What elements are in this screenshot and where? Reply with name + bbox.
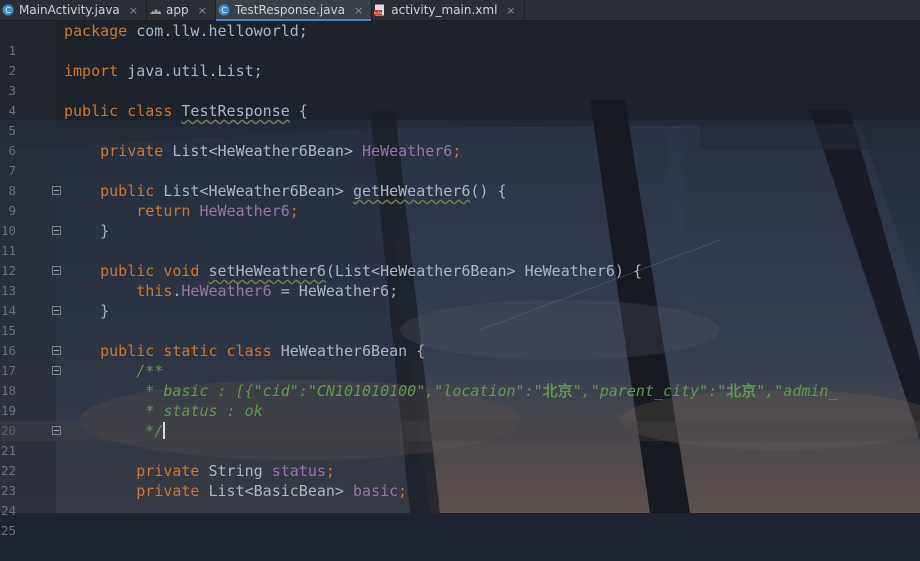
line-number: 25 xyxy=(0,523,16,538)
tab-label: activity_main.xml xyxy=(391,3,498,17)
keyword: private xyxy=(100,142,164,160)
fold-toggle-icon[interactable] xyxy=(52,306,61,315)
type-name: List<HeWeather6Bean> xyxy=(163,142,363,160)
comment-text: ","parent_city":" xyxy=(572,382,727,400)
code-line: 20 * status : ok xyxy=(0,401,920,438)
svg-text:</>: </> xyxy=(374,10,383,16)
code-line: 2 xyxy=(0,41,920,78)
code-line: 22 xyxy=(0,441,920,478)
keyword: public void xyxy=(100,262,200,280)
code-line: 16 xyxy=(0,321,920,358)
method-name[interactable]: setHeWeather6 xyxy=(209,262,326,280)
code-line: 17 public static class HeWeather6Bean { xyxy=(0,341,920,378)
comment-text: * status : ok xyxy=(136,402,263,420)
code-text: () { xyxy=(470,182,507,200)
code-line: 3 import java.util.List; xyxy=(0,61,920,98)
code-text: (List<HeWeather6Bean> HeWeather6) { xyxy=(325,262,642,280)
code-text: } xyxy=(100,302,110,320)
keyword: import xyxy=(64,62,119,80)
keyword: public static class xyxy=(100,342,272,360)
close-icon[interactable]: × xyxy=(198,4,207,17)
comment-text: /** xyxy=(136,362,164,380)
fold-toggle-icon[interactable] xyxy=(52,366,61,375)
package-name: com.llw.helloworld; xyxy=(127,22,308,40)
field-name[interactable]: HeWeather6 xyxy=(181,282,271,300)
semicolon: ; xyxy=(325,462,335,480)
tab-main-activity[interactable]: C MainActivity.java × xyxy=(0,0,147,20)
semicolon: ; xyxy=(289,202,299,220)
comment-text: */ xyxy=(136,422,164,440)
code-line: 15 } xyxy=(0,301,920,338)
keyword: public class xyxy=(64,102,173,120)
code-line: 12 xyxy=(0,241,920,278)
tab-label: MainActivity.java xyxy=(19,3,120,17)
fold-toggle-icon[interactable] xyxy=(52,186,61,195)
comment-text: ","admin_ xyxy=(756,382,838,400)
code-line: 25 xyxy=(0,501,920,538)
code-line: 23 private String status; xyxy=(0,461,920,498)
code-line: 5 public class TestResponse { xyxy=(0,101,920,138)
editor-tab-bar: C MainActivity.java × app × C TestRespon… xyxy=(0,0,920,21)
code-line: 24 private List<BasicBean> basic; xyxy=(0,481,920,518)
field-name[interactable]: HeWeather6 xyxy=(362,142,452,160)
code-text: } xyxy=(100,222,110,240)
text-cursor xyxy=(163,422,165,439)
comment-text: 北京 xyxy=(726,382,757,400)
type-name: String xyxy=(199,462,272,480)
fold-toggle-icon[interactable] xyxy=(52,346,61,355)
java-class-icon: C xyxy=(218,4,230,16)
fold-toggle-icon[interactable] xyxy=(52,266,61,275)
field-name[interactable]: status xyxy=(272,462,326,480)
code-line: 18 /** xyxy=(0,361,920,398)
code-line: 1 package com.llw.helloworld; xyxy=(0,21,920,58)
keyword: this xyxy=(136,282,173,300)
keyword: return xyxy=(136,202,191,220)
android-module-icon xyxy=(149,4,161,16)
import-name: java.util.List; xyxy=(118,62,263,80)
code-line: 4 xyxy=(0,81,920,118)
code-line: 13 public void setHeWeather6(List<HeWeat… xyxy=(0,261,920,298)
tab-label: TestResponse.java xyxy=(234,3,346,17)
field-name[interactable]: HeWeather6 xyxy=(199,202,289,220)
svg-text:C: C xyxy=(221,6,227,15)
fold-toggle-icon[interactable] xyxy=(52,226,61,235)
tab-test-response[interactable]: C TestResponse.java × xyxy=(215,0,373,21)
comment-text: * basic : [{"cid":"CN101010100","locatio… xyxy=(136,382,543,400)
code-line: 19 * basic : [{"cid":"CN101010100","loca… xyxy=(0,381,920,418)
tab-label: app xyxy=(166,3,189,17)
keyword: package xyxy=(64,22,128,40)
type-name: List<BasicBean> xyxy=(199,482,353,500)
close-icon[interactable]: × xyxy=(506,4,515,17)
code-line: 14 this.HeWeather6 = HeWeather6; xyxy=(0,281,920,318)
class-name: HeWeather6Bean { xyxy=(271,342,426,360)
semicolon: ; xyxy=(452,142,462,160)
tab-app[interactable]: app × xyxy=(147,0,216,20)
current-code-line: 21 */ xyxy=(0,421,920,458)
code-line: 7 private List<HeWeather6Bean> HeWeather… xyxy=(0,141,920,178)
method-name[interactable]: getHeWeather6 xyxy=(353,182,470,200)
code-line: 8 xyxy=(0,161,920,198)
code-line: 6 xyxy=(0,121,920,158)
svg-text:C: C xyxy=(5,6,11,15)
semicolon: ; xyxy=(398,482,408,500)
keyword: public xyxy=(100,182,155,200)
fold-toggle-icon[interactable] xyxy=(52,426,61,435)
keyword: private xyxy=(136,462,200,480)
code-line: 10 return HeWeather6; xyxy=(0,201,920,238)
xml-layout-icon: </> xyxy=(374,4,386,16)
code-line: 9 public List<HeWeather6Bean> getHeWeath… xyxy=(0,181,920,218)
type-name: List<HeWeather6Bean> xyxy=(154,182,353,200)
close-icon[interactable]: × xyxy=(354,4,363,17)
field-name[interactable]: basic xyxy=(353,482,398,500)
code-text: { xyxy=(289,102,308,120)
code-line: 11 } xyxy=(0,221,920,258)
java-class-icon: C xyxy=(2,4,14,16)
comment-text: 北京 xyxy=(542,382,573,400)
code-editor[interactable]: 1 package com.llw.helloworld; 2 3 import… xyxy=(0,21,920,538)
close-icon[interactable]: × xyxy=(129,4,138,17)
tab-activity-main-xml[interactable]: </> activity_main.xml × xyxy=(372,0,525,20)
class-name[interactable]: TestResponse xyxy=(181,102,289,120)
code-text: = HeWeather6; xyxy=(271,282,399,300)
keyword: private xyxy=(136,482,200,500)
